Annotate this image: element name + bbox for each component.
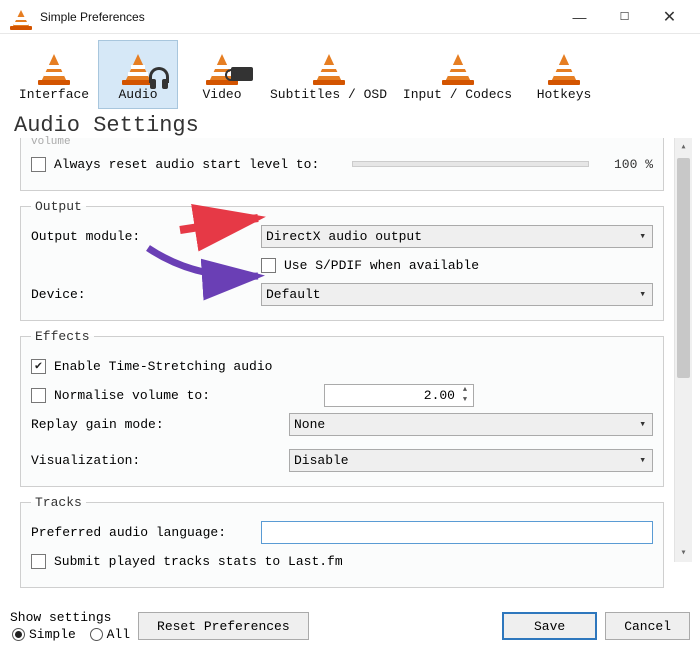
title-bar: Simple Preferences — ☐ ✕ [0,0,700,34]
visualization-select[interactable]: Disable [289,449,653,472]
cone-icon [311,47,347,85]
tab-input-codecs[interactable]: Input / Codecs [395,40,520,109]
reset-audio-checkbox[interactable] [31,157,46,172]
minimize-button[interactable]: — [557,2,602,32]
tracks-group: Tracks Preferred audio language: Submit … [20,495,664,588]
tracks-legend: Tracks [31,495,86,510]
window-title: Simple Preferences [40,10,145,24]
output-module-label: Output module: [31,229,261,244]
reset-audio-label: Always reset audio start level to: [54,157,344,172]
maximize-button[interactable]: ☐ [602,2,647,32]
category-tabs: Interface Audio Video Subtitles / OSD In… [0,34,700,109]
device-select[interactable]: Default [261,283,653,306]
output-module-select[interactable]: DirectX audio output [261,225,653,248]
spdif-checkbox[interactable] [261,258,276,273]
lastfm-checkbox[interactable] [31,554,46,569]
output-legend: Output [31,199,86,214]
window-controls: — ☐ ✕ [557,2,692,32]
scroll-up-icon[interactable]: ▴ [675,138,692,156]
normalise-spinner[interactable]: 2.00 ▲▼ [324,384,474,407]
tab-label: Subtitles / OSD [269,87,388,102]
app-icon [8,4,34,30]
cone-icon [546,47,582,85]
spdif-label: Use S/PDIF when available [284,258,479,273]
headphones-icon [149,67,169,83]
tab-label: Hotkeys [527,87,601,102]
output-group: Output Output module: DirectX audio outp… [20,199,664,321]
normalise-checkbox[interactable] [31,388,46,403]
tab-subtitles[interactable]: Subtitles / OSD [266,40,391,109]
cone-icon [36,47,72,85]
tab-video[interactable]: Video [182,40,262,109]
effects-group: Effects Enable Time-Stretching audio Nor… [20,329,664,487]
tab-audio[interactable]: Audio [98,40,178,109]
reset-preferences-button[interactable]: Reset Preferences [138,612,309,640]
close-button[interactable]: ✕ [647,2,692,32]
volume-value: 100 % [597,157,653,172]
scrollbar-thumb[interactable] [677,158,690,378]
save-button[interactable]: Save [502,612,597,640]
show-simple-label: Simple [29,627,76,642]
normalise-label: Normalise volume to: [54,388,324,403]
device-label: Device: [31,287,261,302]
footer-bar: Show settings Simple All Reset Preferenc… [10,610,690,642]
replay-label: Replay gain mode: [31,417,289,432]
tab-hotkeys[interactable]: Hotkeys [524,40,604,109]
preferred-lang-input[interactable] [261,521,653,544]
vertical-scrollbar[interactable]: ▴ ▾ [674,138,692,562]
volume-clipped-label: volume [31,136,653,148]
cone-icon [440,47,476,85]
tab-label: Audio [101,87,175,102]
show-simple-radio[interactable] [12,628,25,641]
replay-select[interactable]: None [289,413,653,436]
show-settings-label: Show settings [10,610,130,625]
tab-interface[interactable]: Interface [14,40,94,109]
show-all-radio[interactable] [90,628,103,641]
scroll-down-icon[interactable]: ▾ [675,544,692,562]
page-title: Audio Settings [0,109,700,138]
volume-slider[interactable] [352,161,589,167]
cancel-button[interactable]: Cancel [605,612,690,640]
tab-label: Interface [17,87,91,102]
show-all-label: All [107,627,130,642]
visualization-label: Visualization: [31,453,289,468]
preferred-lang-label: Preferred audio language: [31,525,261,540]
tab-label: Input / Codecs [398,87,517,102]
tab-label: Video [185,87,259,102]
film-icon [231,67,253,81]
show-settings-group: Show settings Simple All [10,610,130,642]
lastfm-label: Submit played tracks stats to Last.fm [54,554,343,569]
timestretch-checkbox[interactable] [31,359,46,374]
scroll-region: volume Always reset audio start level to… [14,138,670,562]
effects-legend: Effects [31,329,94,344]
timestretch-label: Enable Time-Stretching audio [54,359,272,374]
volume-group: volume Always reset audio start level to… [20,138,664,191]
content-area: volume Always reset audio start level to… [8,138,692,562]
